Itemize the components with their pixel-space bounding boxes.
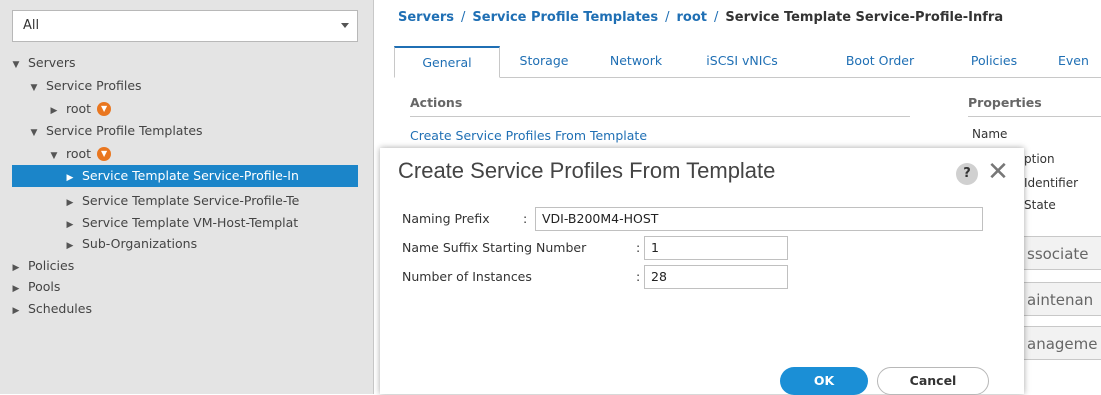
property-label-state: State bbox=[1024, 198, 1056, 212]
breadcrumb-separator: / bbox=[714, 10, 719, 25]
tab-general[interactable]: General bbox=[394, 46, 500, 78]
property-label-identifier: Identifier bbox=[1024, 176, 1079, 190]
field-colon: : bbox=[523, 211, 528, 226]
tree-item-root-profiles[interactable]: ▶ root ▼ bbox=[0, 98, 406, 120]
tab-network[interactable]: Network bbox=[590, 46, 682, 78]
tree-item-template-te[interactable]: ▶ Service Template Service-Profile-Te bbox=[0, 190, 422, 212]
tree-item-sub-organizations[interactable]: ▶ Sub-Organizations bbox=[0, 233, 422, 255]
breadcrumb-link-templates[interactable]: Service Profile Templates bbox=[472, 10, 658, 25]
name-suffix-starting-number-label: Name Suffix Starting Number bbox=[402, 240, 587, 255]
expand-arrow-icon[interactable]: ▼ bbox=[48, 145, 60, 165]
tree-item-service-profile-templates[interactable]: ▼ Service Profile Templates bbox=[0, 120, 386, 142]
tree-item-label: Service Template Service-Profile-Te bbox=[82, 193, 300, 208]
organization-icon: ▼ bbox=[97, 101, 112, 116]
tab-policies[interactable]: Policies bbox=[954, 46, 1034, 78]
help-icon[interactable]: ? bbox=[956, 163, 978, 185]
tree-item-label: Pools bbox=[28, 279, 61, 294]
expand-arrow-icon[interactable]: ▼ bbox=[10, 54, 22, 74]
chevron-down-icon bbox=[341, 23, 349, 28]
navigation-pane: All ▼ Servers ▼ Service Profiles ▶ root ▼ ▼ S… bbox=[0, 0, 374, 394]
maintenance-status-box: aintenan bbox=[1020, 282, 1101, 316]
tab-boot-order[interactable]: Boot Order bbox=[830, 46, 930, 78]
naming-prefix-label: Naming Prefix bbox=[402, 211, 490, 226]
tab-iscsi-vnics[interactable]: iSCSI vNICs bbox=[690, 46, 794, 78]
number-of-instances-label: Number of Instances bbox=[402, 269, 532, 284]
cancel-button[interactable]: Cancel bbox=[877, 367, 989, 395]
tree-item-label: Schedules bbox=[28, 301, 92, 316]
field-colon: : bbox=[636, 240, 641, 255]
tree-item-service-profiles[interactable]: ▼ Service Profiles bbox=[0, 75, 386, 97]
tree-item-policies[interactable]: ▶ Policies bbox=[0, 255, 368, 277]
tree-item-label: Sub-Organizations bbox=[82, 236, 198, 251]
tree-item-root-templates[interactable]: ▼ root ▼ bbox=[0, 143, 406, 165]
tab-storage[interactable]: Storage bbox=[504, 46, 584, 78]
expand-arrow-icon[interactable]: ▶ bbox=[64, 214, 76, 234]
tree-item-label: Service Profile Templates bbox=[46, 123, 203, 138]
close-icon[interactable]: ✕ bbox=[986, 158, 1010, 186]
create-service-profiles-dialog: Create Service Profiles From Template ? … bbox=[380, 148, 1024, 395]
divider bbox=[968, 116, 1101, 117]
property-label-name: Name bbox=[972, 127, 1008, 141]
associated-status-box: ssociate bbox=[1020, 236, 1101, 270]
tree-item-label: Service Template Service-Profile-In bbox=[82, 168, 299, 183]
expand-arrow-icon[interactable]: ▶ bbox=[64, 235, 76, 255]
breadcrumb-link-servers[interactable]: Servers bbox=[398, 10, 454, 25]
naming-prefix-input[interactable]: VDI-B200M4-HOST bbox=[535, 207, 983, 231]
nav-filter-value: All bbox=[23, 18, 40, 33]
breadcrumb: Servers / Service Profile Templates / root / S… bbox=[398, 10, 1101, 30]
expand-arrow-icon[interactable]: ▶ bbox=[10, 300, 22, 320]
property-label-description: ption bbox=[1024, 152, 1055, 166]
expand-arrow-icon[interactable]: ▶ bbox=[64, 167, 76, 187]
tree-item-label: root bbox=[66, 146, 92, 161]
expand-arrow-icon[interactable]: ▶ bbox=[48, 100, 60, 120]
tree-item-label: Service Template VM-Host-Templat bbox=[82, 215, 299, 230]
breadcrumb-separator: / bbox=[665, 10, 670, 25]
dialog-title: Create Service Profiles From Template bbox=[398, 158, 776, 183]
tree-item-pools[interactable]: ▶ Pools bbox=[0, 276, 368, 298]
nav-filter-dropdown[interactable]: All bbox=[12, 10, 358, 42]
organization-icon: ▼ bbox=[97, 146, 112, 161]
tree-item-schedules[interactable]: ▶ Schedules bbox=[0, 298, 368, 320]
expand-arrow-icon[interactable]: ▶ bbox=[10, 278, 22, 298]
tree-item-template-vm-host[interactable]: ▶ Service Template VM-Host-Templat bbox=[0, 212, 422, 234]
properties-heading: Properties bbox=[968, 95, 1042, 110]
tree-item-label: Service Profiles bbox=[46, 78, 142, 93]
create-service-profiles-link[interactable]: Create Service Profiles From Template bbox=[410, 128, 647, 143]
actions-heading: Actions bbox=[410, 95, 463, 110]
expand-arrow-icon[interactable]: ▶ bbox=[64, 192, 76, 212]
tree-item-label: root bbox=[66, 101, 92, 116]
management-status-box: anageme bbox=[1020, 326, 1101, 360]
divider bbox=[410, 116, 910, 117]
tree-item-label: Policies bbox=[28, 258, 75, 273]
tab-bar: General Storage Network iSCSI vNICs Boot… bbox=[394, 42, 1101, 78]
number-of-instances-input[interactable]: 28 bbox=[644, 265, 788, 289]
expand-arrow-icon[interactable]: ▼ bbox=[28, 77, 40, 97]
breadcrumb-link-root[interactable]: root bbox=[677, 10, 708, 25]
tree-item-template-infra[interactable]: ▶ Service Template Service-Profile-In bbox=[12, 165, 358, 187]
tree-item-label: Servers bbox=[28, 55, 76, 70]
expand-arrow-icon[interactable]: ▶ bbox=[10, 257, 22, 277]
expand-arrow-icon[interactable]: ▼ bbox=[28, 122, 40, 142]
breadcrumb-separator: / bbox=[461, 10, 466, 25]
ok-button[interactable]: OK bbox=[780, 367, 868, 395]
breadcrumb-current: Service Template Service-Profile-Infra bbox=[725, 10, 1004, 25]
field-colon: : bbox=[636, 269, 641, 284]
tab-events[interactable]: Even bbox=[1058, 46, 1101, 78]
tree-item-servers[interactable]: ▼ Servers bbox=[0, 52, 368, 74]
name-suffix-starting-number-input[interactable]: 1 bbox=[644, 236, 788, 260]
